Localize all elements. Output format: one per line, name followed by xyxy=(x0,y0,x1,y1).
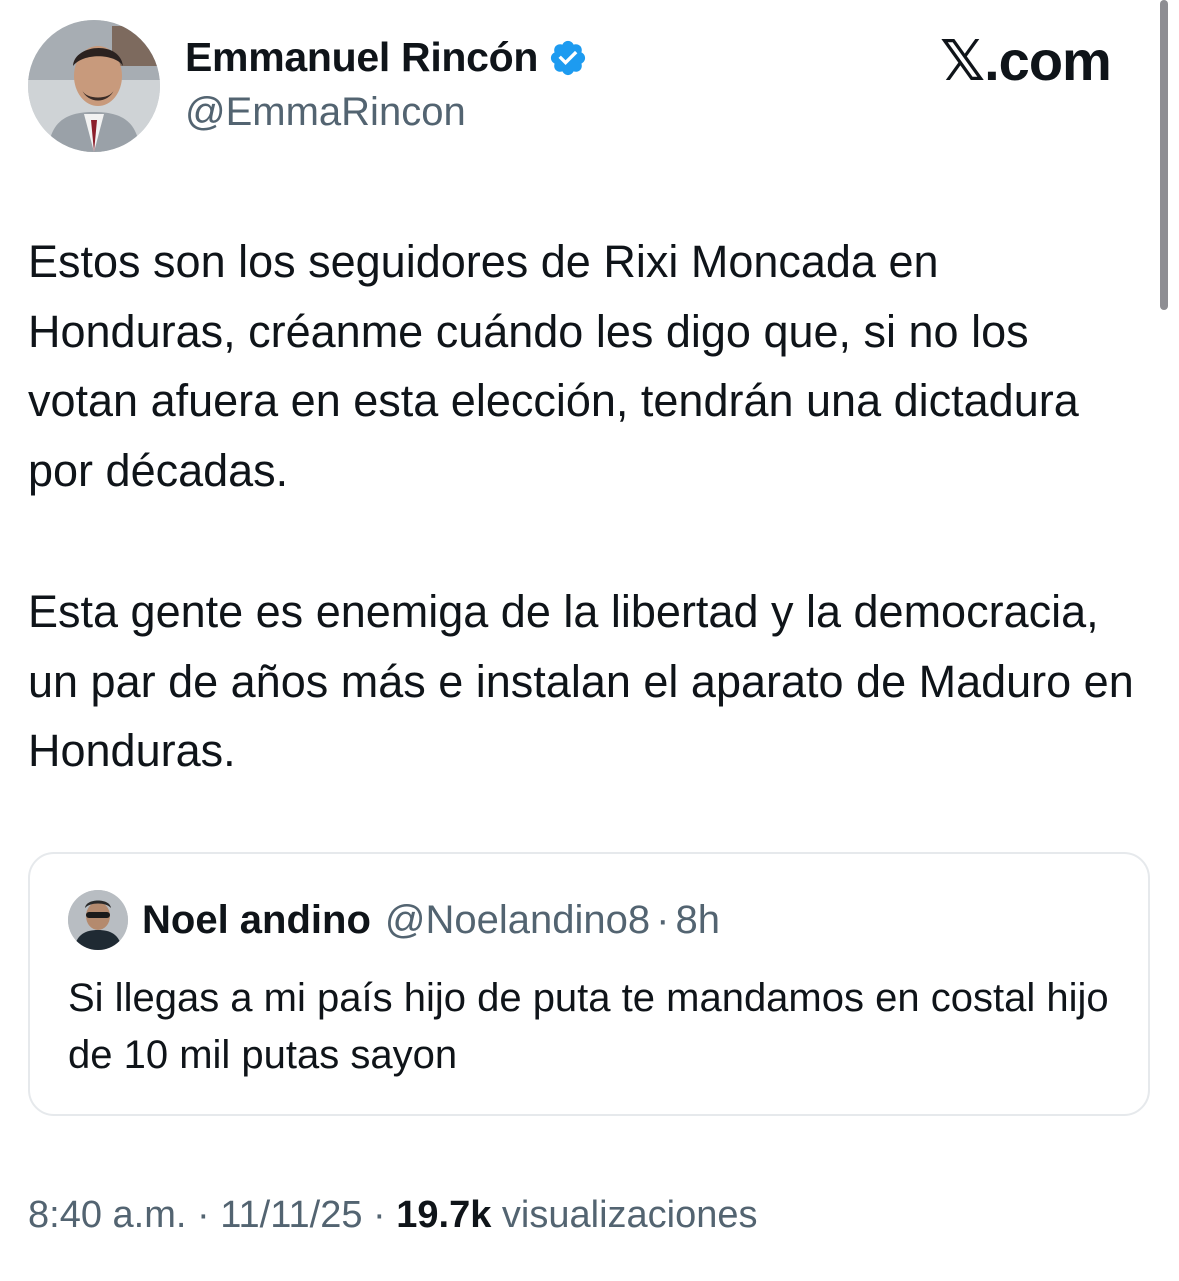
verified-badge-icon xyxy=(551,40,586,75)
quoted-author-handle[interactable]: @Noelandino8 xyxy=(385,898,650,943)
tweet-time[interactable]: 8:40 a.m. xyxy=(28,1194,186,1236)
quoted-separator: · xyxy=(656,898,670,942)
tweet-date[interactable]: 11/11/25 xyxy=(220,1194,362,1236)
profile-photo-icon xyxy=(28,20,160,152)
author-name-text: Emmanuel Rincón xyxy=(185,34,539,80)
profile-photo-icon xyxy=(68,890,128,950)
tweet-paragraph-2: Esta gente es enemiga de la libertad y l… xyxy=(28,586,1134,776)
author-handle[interactable]: @EmmaRincon xyxy=(185,90,466,135)
quoted-tweet-card[interactable]: Noel andino @Noelandino8 · 8h Si llegas … xyxy=(28,852,1150,1116)
meta-separator: · xyxy=(362,1194,397,1236)
views-count: 19.7k xyxy=(396,1194,492,1236)
quoted-author-avatar[interactable] xyxy=(68,890,128,950)
tweet-meta: 8:40 a.m. · 11/11/25 · 19.7k visualizaci… xyxy=(28,1194,758,1237)
tweet-paragraph-1: Estos son los seguidores de Rixi Moncada… xyxy=(28,236,1079,496)
author-display-name[interactable]: Emmanuel Rincón xyxy=(185,34,588,81)
views-label: visualizaciones xyxy=(501,1194,758,1236)
quoted-tweet-text: Si llegas a mi país hijo de puta te mand… xyxy=(68,976,1109,1077)
quoted-tweet-header: Noel andino @Noelandino8 · 8h xyxy=(142,898,720,943)
x-com-logo: 𝕏.com xyxy=(940,29,1112,92)
meta-separator: · xyxy=(186,1194,221,1236)
quoted-author-name[interactable]: Noel andino xyxy=(142,898,371,943)
scrollbar-thumb[interactable] xyxy=(1160,0,1168,310)
quoted-timestamp[interactable]: 8h xyxy=(675,898,720,943)
author-avatar[interactable] xyxy=(28,20,160,152)
